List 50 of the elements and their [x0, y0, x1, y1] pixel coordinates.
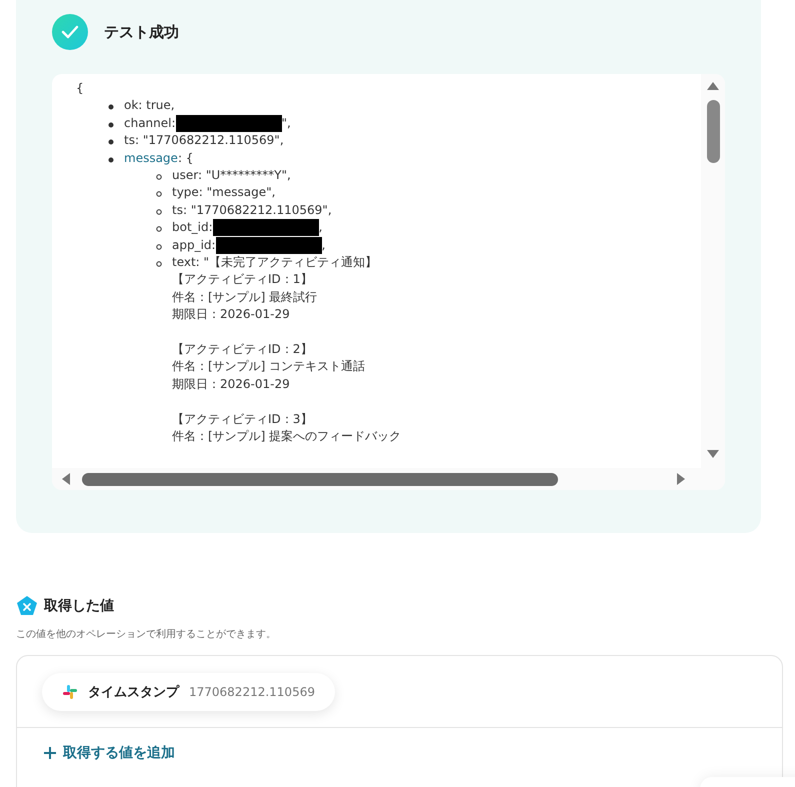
- vertical-scrollbar[interactable]: [701, 74, 725, 468]
- bullet-icon: [108, 122, 114, 128]
- section-title: 取得した値: [44, 597, 114, 615]
- code-text: ,: [322, 238, 326, 252]
- bullet-icon: [156, 261, 162, 268]
- code-text: 件名：[サンプル] コンテキスト通話: [172, 358, 366, 376]
- plus-icon: [43, 746, 57, 760]
- bullet-icon: [108, 139, 114, 146]
- code-text: : {: [178, 150, 194, 165]
- code-text: ts: "1770682212.110569",: [172, 202, 332, 217]
- code-text: user: "U*********Y",: [172, 168, 291, 182]
- code-text: 件名：[サンプル] 提案へのフィードバック: [172, 428, 402, 446]
- code-text: type: "message",: [172, 185, 276, 200]
- code-text: ok: true,: [124, 98, 175, 112]
- code-text: 【アクティビティID：3】: [172, 410, 314, 428]
- scroll-down-icon[interactable]: [707, 448, 719, 460]
- code-text: {: [76, 81, 84, 95]
- code-text: 件名：[サンプル] 最終試行: [172, 288, 318, 306]
- code-text: 期限日：2026-01-29: [172, 376, 291, 393]
- code-text: ,: [318, 220, 322, 234]
- bullet-icon: [108, 104, 114, 110]
- check-icon: [52, 14, 88, 50]
- value-chip[interactable]: タイムスタンプ 1770682212.110569: [42, 673, 335, 711]
- bullet-icon: [156, 226, 162, 232]
- section-description: この値を他のオペレーションで利用することができます。: [16, 628, 277, 641]
- code-text: bot_id:: [172, 220, 213, 234]
- code-text: channel:: [124, 116, 176, 130]
- scroll-thumb[interactable]: [82, 472, 558, 486]
- hash-logo-icon: [62, 684, 78, 700]
- bullet-icon: [156, 208, 162, 215]
- code-text: 【アクティビティID：2】: [172, 341, 314, 358]
- bullet-icon: [156, 191, 162, 198]
- code-text: 期限日：2026-01-29: [172, 306, 291, 324]
- message-link[interactable]: message: [124, 150, 178, 165]
- scroll-thumb[interactable]: [706, 100, 720, 163]
- code-text: 【アクティビティID：1】: [172, 271, 314, 288]
- code-text: ts: "1770682212.110569",: [124, 133, 284, 148]
- add-value-button[interactable]: 取得する値を追加: [43, 744, 175, 762]
- pentagon-icon: [16, 595, 38, 617]
- code-text: app_id:: [172, 238, 216, 252]
- bullet-icon: [156, 244, 162, 250]
- scroll-right-icon[interactable]: [675, 473, 687, 485]
- bullet-icon: [108, 156, 114, 163]
- scroll-up-icon[interactable]: [707, 80, 719, 92]
- scroll-left-icon[interactable]: [60, 473, 72, 485]
- bullet-icon: [156, 174, 162, 180]
- horizontal-scrollbar[interactable]: [52, 468, 725, 490]
- code-text: text: "【未完了アクティビティ通知】: [172, 254, 378, 272]
- code-text: ",: [282, 116, 291, 130]
- result-title: テスト成功: [104, 22, 179, 42]
